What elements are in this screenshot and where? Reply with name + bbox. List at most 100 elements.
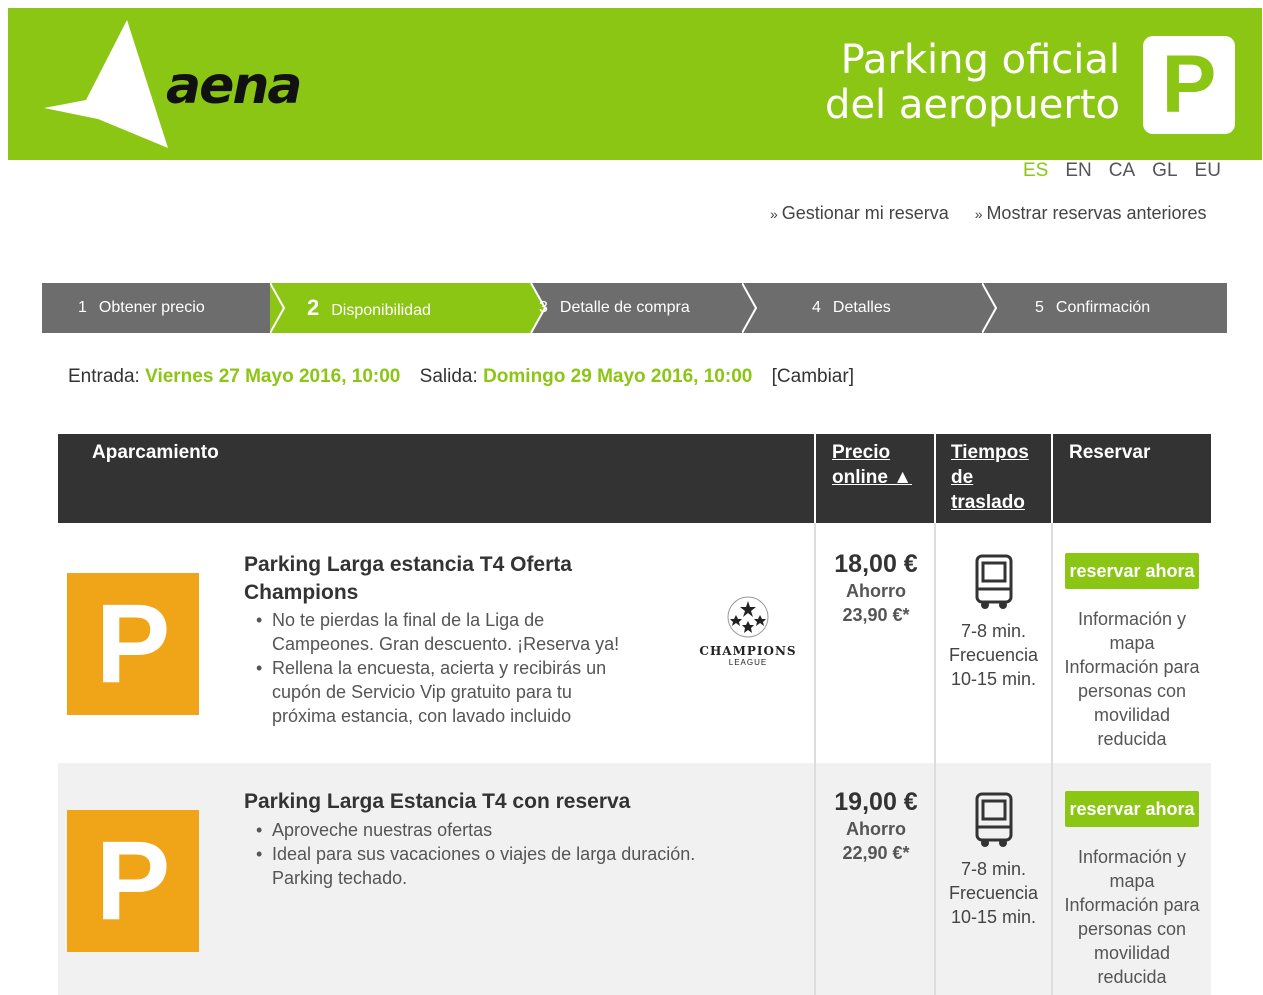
champions-league-logo: CHAMPIONS LEAGUE xyxy=(698,595,798,667)
feature-item: No te pierdas la final de la Liga de Cam… xyxy=(256,608,686,656)
brand-name[interactable]: aena xyxy=(166,56,302,116)
parking-features: Aproveche nuestras ofertas Ideal para su… xyxy=(256,818,776,866)
lang-ca[interactable]: CA xyxy=(1109,160,1135,182)
transfer-cell: 7-8 min. Frecuencia 10-15 min. xyxy=(936,791,1051,929)
change-dates-link[interactable]: [Cambiar] xyxy=(772,366,854,387)
reduced-mobility-line: personas con xyxy=(1077,919,1187,939)
transfer-time: 7-8 min. xyxy=(960,859,1027,879)
manage-booking-link[interactable]: Gestionar mi reserva xyxy=(770,203,949,224)
parking-features: No te pierdas la final de la Liga de Cam… xyxy=(256,608,686,728)
col-transfer-header[interactable]: Tiempos de traslado xyxy=(951,440,1029,515)
reduced-mobility-line: reducida xyxy=(1097,967,1167,987)
step-3[interactable]: 3 Detalle de compra xyxy=(539,283,690,333)
exit-label: Salida: xyxy=(419,366,478,387)
step-number: 3 xyxy=(539,299,548,316)
feature-line: cupón de Servicio Vip gratuito para tu xyxy=(272,682,572,702)
feature-line: Ideal para sus vacaciones o viajes de la… xyxy=(272,844,696,864)
parking-icon: P xyxy=(67,810,199,952)
feature-line: Aproveche nuestras ofertas xyxy=(272,820,493,840)
step-number: 5 xyxy=(1035,299,1044,316)
col-transfer-header-line1: Tiempos xyxy=(951,442,1029,463)
feature-line: No te pierdas la final de la Liga de xyxy=(272,610,545,630)
info-map-line: mapa xyxy=(1109,633,1155,653)
parking-badge-icon: P xyxy=(1143,36,1235,134)
reduced-mobility-line: movilidad xyxy=(1093,705,1171,725)
lang-en[interactable]: EN xyxy=(1065,160,1091,182)
parking-title-line1: Parking Larga estancia T4 Oferta xyxy=(244,553,572,576)
price-cell: 18,00 € Ahorro 23,90 €* xyxy=(816,549,936,627)
saving-value: 22,90 €* xyxy=(842,843,910,863)
col-transfer-header-line2: de xyxy=(951,467,974,488)
step-2[interactable]: 2 Disponibilidad xyxy=(307,283,431,333)
reduced-mobility-line: Información para xyxy=(1064,657,1200,677)
step-label: Disponibilidad xyxy=(331,302,431,319)
table-row: P Parking Larga estancia T4 Oferta Champ… xyxy=(58,523,1211,763)
exit-date: Domingo 29 Mayo 2016, 10:00 xyxy=(483,366,753,387)
header-divider xyxy=(1051,434,1053,523)
info-map-link[interactable]: Información y mapa xyxy=(1053,607,1211,655)
transfer-cell: 7-8 min. Frecuencia 10-15 min. xyxy=(936,553,1051,691)
step-label: Detalles xyxy=(832,299,891,316)
parking-title-line1: Parking Larga Estancia T4 con reserva xyxy=(244,790,631,813)
saving-label: Ahorro xyxy=(846,819,906,839)
col-price-header-line1: Precio xyxy=(832,442,891,463)
feature-line: próxima estancia, con lavado incluido xyxy=(272,706,572,726)
transfer-time: 7-8 min. xyxy=(960,621,1027,641)
step-label: Confirmación xyxy=(1055,299,1151,316)
booking-dates: Entrada: Viernes 27 Mayo 2016, 10:00 Sal… xyxy=(68,366,854,388)
entry-label: Entrada: xyxy=(68,366,140,387)
step-label: Obtener precio xyxy=(98,299,205,316)
lang-gl[interactable]: GL xyxy=(1152,160,1177,182)
step-number: 4 xyxy=(812,299,821,316)
header-divider xyxy=(934,434,936,523)
step-4[interactable]: 4 Detalles xyxy=(812,283,891,333)
parking-icon: P xyxy=(67,573,199,715)
reduced-mobility-link[interactable]: Información para personas con movilidad … xyxy=(1053,655,1211,751)
info-map-line: mapa xyxy=(1109,871,1155,891)
step-label: Detalle de compra xyxy=(559,299,690,316)
online-price: 18,00 € xyxy=(834,550,918,578)
account-links: Gestionar mi reserva Mostrar reservas an… xyxy=(770,203,1207,224)
parking-title[interactable]: Parking Larga estancia T4 Oferta Champio… xyxy=(244,551,634,607)
table-row: P Parking Larga Estancia T4 con reserva … xyxy=(58,763,1211,995)
step-divider-icon xyxy=(270,283,286,333)
step-5[interactable]: 5 Confirmación xyxy=(1035,283,1150,333)
frequency-value: 10-15 min. xyxy=(950,907,1037,927)
header-divider xyxy=(814,434,816,523)
reduced-mobility-link[interactable]: Información para personas con movilidad … xyxy=(1053,893,1211,989)
bus-icon xyxy=(975,554,1012,609)
col-parking-header: Aparcamiento xyxy=(92,442,219,463)
price-cell: 19,00 € Ahorro 22,90 €* xyxy=(816,787,936,865)
booking-cell: reservar ahora Información y mapa Inform… xyxy=(1053,791,1211,989)
info-map-line: Información y xyxy=(1077,847,1187,867)
site-header: aena Parking oficial del aeropuerto P xyxy=(8,8,1262,160)
aena-logo-icon[interactable] xyxy=(44,20,174,150)
header-title-line2: del aeropuerto xyxy=(825,82,1120,128)
frequency-label: Frecuencia xyxy=(948,645,1039,665)
col-price-header[interactable]: Precio online ▲ xyxy=(832,440,912,490)
reduced-mobility-line: reducida xyxy=(1097,729,1167,749)
step-divider-icon xyxy=(982,283,998,333)
book-now-button[interactable]: reservar ahora xyxy=(1065,553,1199,589)
previous-bookings-link[interactable]: Mostrar reservas anteriores xyxy=(975,203,1206,224)
col-transfer-header-line3: traslado xyxy=(951,492,1025,513)
step-number: 2 xyxy=(307,295,320,320)
booking-cell: reservar ahora Información y mapa Inform… xyxy=(1053,553,1211,751)
col-book-header: Reservar xyxy=(1069,442,1151,463)
info-map-link[interactable]: Información y mapa xyxy=(1053,845,1211,893)
col-price-header-line2: online ▲ xyxy=(832,467,913,488)
saving-value: 23,90 €* xyxy=(842,605,910,625)
lang-es[interactable]: ES xyxy=(1023,160,1048,182)
results-table-header: Aparcamiento Precio online ▲ Tiempos de … xyxy=(58,434,1211,523)
parking-badge-letter: P xyxy=(1161,39,1217,130)
parking-title[interactable]: Parking Larga Estancia T4 con reserva xyxy=(244,788,704,816)
book-now-button[interactable]: reservar ahora xyxy=(1065,791,1199,827)
star-ball-icon xyxy=(727,596,769,638)
reduced-mobility-line: Información para xyxy=(1064,895,1200,915)
step-1[interactable]: 1 Obtener precio xyxy=(78,283,205,333)
reduced-mobility-line: movilidad xyxy=(1093,943,1171,963)
feature-line: Campeones. Gran descuento. ¡Reserva ya! xyxy=(272,634,620,654)
parking-title-line2: Champions xyxy=(244,581,359,604)
lang-eu[interactable]: EU xyxy=(1195,160,1221,182)
entry-date: Viernes 27 Mayo 2016, 10:00 xyxy=(145,366,401,387)
